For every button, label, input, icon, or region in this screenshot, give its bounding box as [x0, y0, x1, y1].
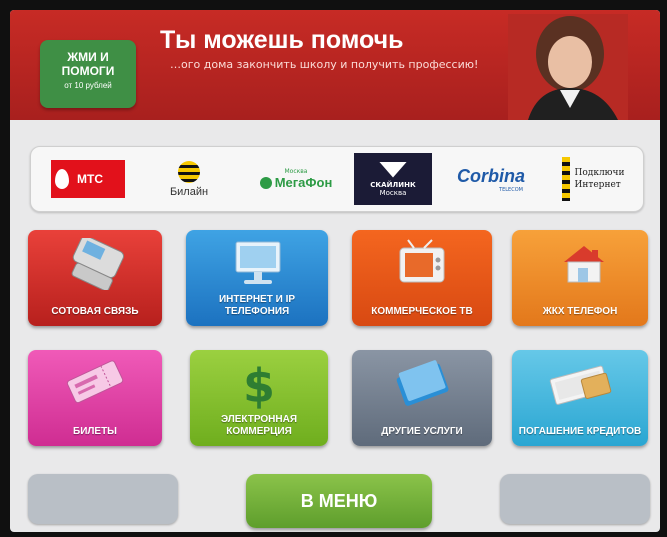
tile-tickets-label: БИЛЕТЫ — [73, 426, 117, 437]
operator-corbina-sub: TELECOM — [499, 186, 523, 193]
operator-skylink-label: СКАЙЛИНК — [370, 180, 416, 189]
kiosk-screen: ЖМИ И ПОМОГИ от 10 рублей Ты можешь помоч… — [10, 10, 660, 532]
promo-banner[interactable]: ЖМИ И ПОМОГИ от 10 рублей Ты можешь помоч… — [10, 10, 660, 120]
operator-mts-label: МТС — [77, 172, 103, 186]
mobile-phone-icon — [71, 238, 124, 290]
donate-button-sub: от 10 рублей — [64, 81, 112, 90]
donate-button-line1: ЖМИ И — [67, 50, 109, 64]
operator-corbina[interactable]: Corbina TELECOM — [441, 147, 541, 211]
beeline-stripe-icon — [561, 157, 570, 201]
tile-mobile-label: СОТОВАЯ СВЯЗЬ — [51, 306, 139, 317]
tile-other-services[interactable]: ДРУГИЕ УСЛУГИ — [352, 350, 492, 446]
tile-commercial-tv-label: КОММЕРЧЕСКОЕ ТВ — [371, 306, 473, 317]
bottom-left-button[interactable] — [28, 474, 178, 524]
connect-line2: Интернет — [574, 180, 621, 190]
tile-utilities[interactable]: ЖКХ ТЕЛЕФОН — [512, 230, 648, 326]
house-icon — [564, 246, 604, 283]
tv-icon — [399, 239, 445, 283]
operator-corbina-label: Corbina — [456, 165, 525, 186]
tile-other-services-label: ДРУГИЕ УСЛУГИ — [381, 426, 463, 437]
monitor-icon — [235, 241, 281, 284]
beeline-logo-icon — [178, 160, 200, 183]
menu-button[interactable]: В МЕНЮ — [246, 474, 432, 528]
banner-title: Ты можешь помочь — [160, 26, 404, 54]
skylink-logo-icon — [379, 161, 407, 178]
operator-megafon-city: Москва — [284, 168, 308, 175]
ticket-icon — [66, 360, 124, 404]
operator-megafon[interactable]: Москва МегаФон — [243, 147, 349, 211]
operator-megafon-label: МегаФон — [274, 175, 333, 190]
operators-strip: МТС Билайн Москва МегаФон СКАЙЛИНК Москв… — [30, 146, 644, 212]
operator-connect-internet[interactable]: Подключи Интернет — [545, 147, 641, 211]
tile-mobile[interactable]: СОТОВАЯ СВЯЗЬ — [28, 230, 162, 326]
operator-beeline[interactable]: Билайн — [149, 147, 229, 211]
folder-icon — [396, 360, 449, 406]
banknotes-icon — [549, 365, 612, 405]
banner-girl-photo — [508, 14, 628, 120]
operator-skylink-city: Москва — [379, 188, 407, 197]
svg-text:$: $ — [243, 359, 275, 410]
tile-utilities-label: ЖКХ ТЕЛЕФОН — [542, 306, 618, 317]
operator-skylink[interactable]: СКАЙЛИНК Москва — [353, 147, 433, 211]
dollar-icon: $ — [243, 359, 275, 410]
tile-ecommerce-label: ЭЛЕКТРОННАЯ КОММЕРЦИЯ — [220, 414, 298, 437]
tile-credit-repayment-label: ПОГАШЕНИЕ КРЕДИТОВ — [518, 426, 642, 437]
tile-ecommerce[interactable]: $ ЭЛЕКТРОННАЯ КОММЕРЦИЯ — [190, 350, 328, 446]
banner-subtitle: …ого дома закончить школу и получить про… — [170, 58, 479, 71]
tile-commercial-tv[interactable]: КОММЕРЧЕСКОЕ ТВ — [352, 230, 492, 326]
tile-internet[interactable]: ИНТЕРНЕТ И IP ТЕЛЕФОНИЯ — [186, 230, 328, 326]
operator-mts[interactable]: МТС — [49, 147, 127, 211]
donate-button-line2: ПОМОГИ — [61, 64, 115, 78]
mts-egg-icon — [55, 169, 69, 189]
tile-credit-repayment[interactable]: ПОГАШЕНИЕ КРЕДИТОВ — [512, 350, 648, 446]
megafon-logo-icon — [259, 176, 272, 189]
tile-tickets[interactable]: БИЛЕТЫ — [28, 350, 162, 446]
connect-line1: Подключи — [574, 168, 625, 178]
bottom-right-button[interactable] — [500, 474, 650, 524]
tile-internet-label: ИНТЕРНЕТ И IP ТЕЛЕФОНИЯ — [218, 294, 296, 317]
operator-beeline-label: Билайн — [169, 185, 209, 198]
donate-button[interactable]: ЖМИ И ПОМОГИ от 10 рублей — [40, 40, 136, 108]
